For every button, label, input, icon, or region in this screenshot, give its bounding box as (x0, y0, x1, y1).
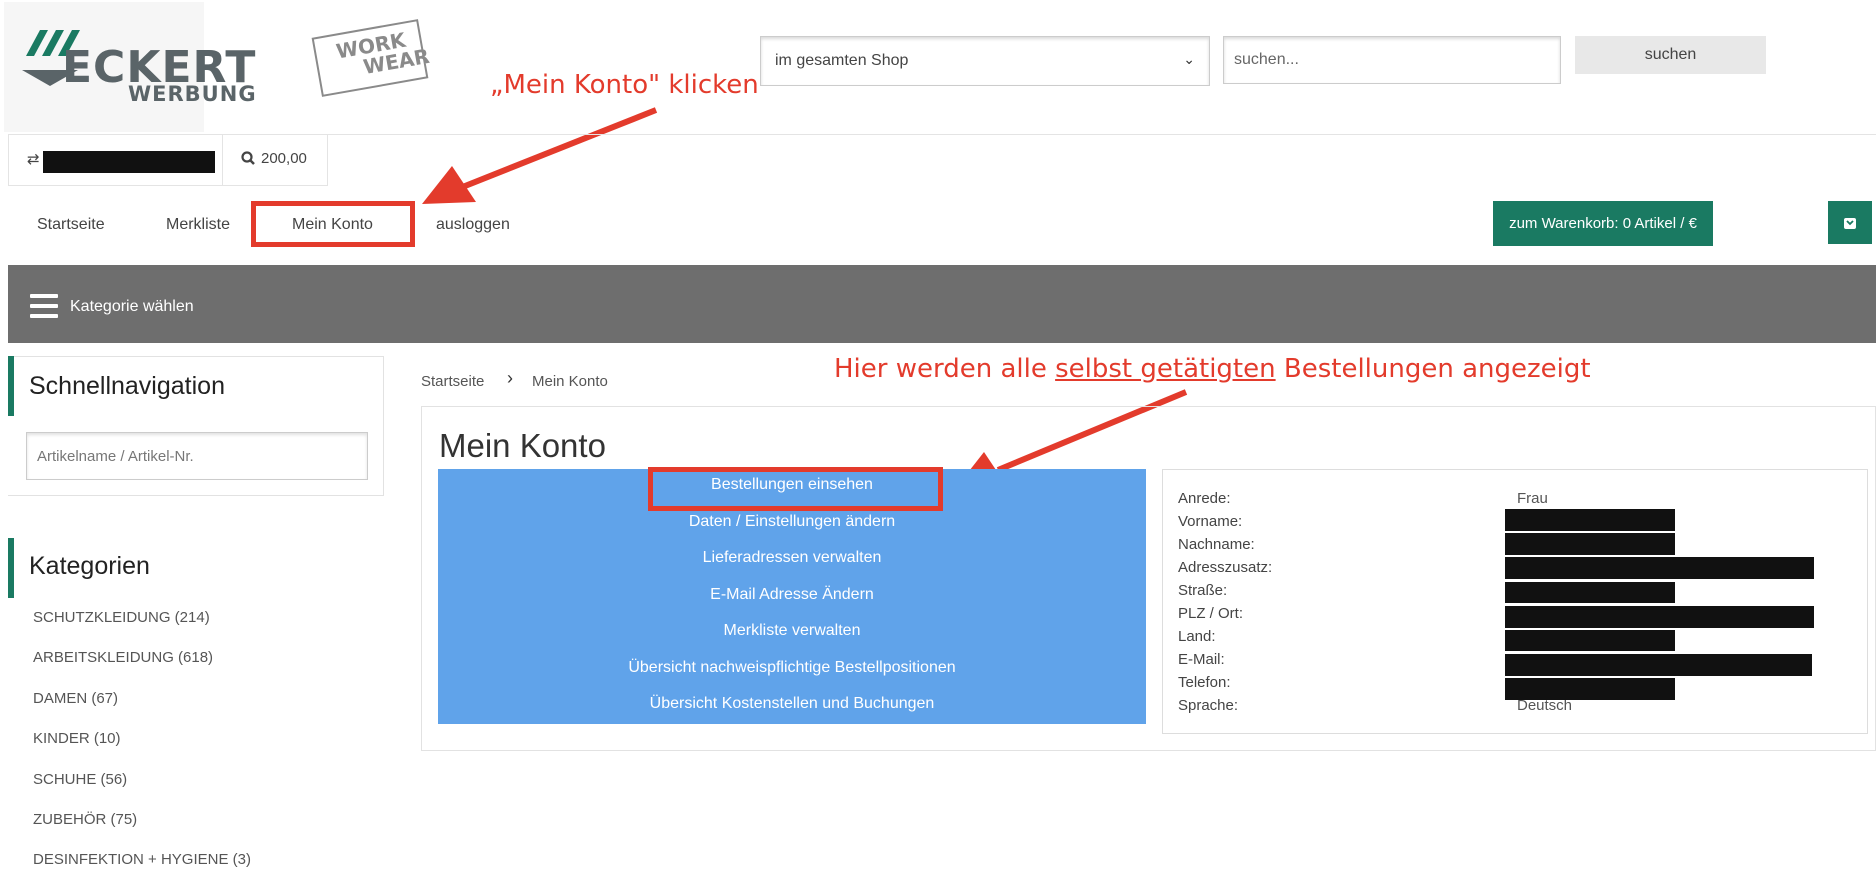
label-sprache: Sprache: (1178, 697, 1239, 714)
cart-button[interactable]: zum Warenkorb: 0 Artikel / € 0,00 (1493, 201, 1713, 277)
menu-icon[interactable] (30, 294, 58, 318)
annotation-highlight-orders (648, 467, 943, 511)
label-anrede: Anrede: (1178, 490, 1231, 507)
redacted-value (1505, 630, 1675, 651)
redacted-username (43, 151, 215, 173)
category-link[interactable]: ARBEITSKLEIDUNG (618) (33, 649, 213, 666)
breadcrumb-current: Mein Konto (532, 373, 608, 390)
label-nachname: Nachname: (1178, 536, 1255, 553)
menu-item-verification-positions[interactable]: Übersicht nachweispflichtige Bestellposi… (438, 659, 1146, 677)
category-select-label[interactable]: Kategorie wählen (70, 298, 194, 316)
categories-accent (8, 538, 14, 598)
redacted-value (1505, 678, 1675, 700)
category-link[interactable]: SCHUHE (56) (33, 771, 127, 788)
search-button[interactable]: suchen (1575, 36, 1766, 74)
menu-item-addresses[interactable]: Lieferadressen verwalten (438, 549, 1146, 567)
menu-item-data-settings[interactable]: Daten / Einstellungen ändern (438, 513, 1146, 531)
label-adresszusatz: Adresszusatz: (1178, 559, 1273, 576)
redacted-value (1505, 509, 1675, 531)
menu-item-cost-centers[interactable]: Übersicht Kostenstellen und Buchungen (438, 695, 1146, 713)
basket-icon[interactable] (1828, 201, 1872, 244)
search-scope-select[interactable]: im gesamten Shop ⌄ (760, 36, 1210, 86)
search-icon (241, 151, 255, 165)
category-link[interactable]: SCHUTZKLEIDUNG (214) (33, 609, 210, 626)
redacted-value (1505, 582, 1675, 603)
logo-subtext: WERBUNG (128, 82, 257, 106)
category-link[interactable]: KINDER (10) (33, 730, 121, 747)
logo-badge: WORK WEAR (311, 19, 431, 97)
annotation-orders: Hier werden alle selbst getätigten Beste… (834, 354, 1591, 384)
label-vorname: Vorname: (1178, 513, 1243, 530)
label-plz-ort: PLZ / Ort: (1178, 605, 1244, 622)
category-link[interactable]: DESINFEKTION + HYGIENE (3) (33, 851, 251, 868)
quicknav-input[interactable] (26, 432, 368, 480)
menu-item-email[interactable]: E-Mail Adresse Ändern (438, 586, 1146, 604)
budget-display: 200,00 (223, 134, 328, 186)
redacted-value (1505, 557, 1814, 579)
annotation-highlight-account (251, 201, 415, 247)
chevron-right-icon: › (507, 368, 513, 388)
label-email: E-Mail: (1178, 651, 1225, 668)
breadcrumb-home[interactable]: Startseite (421, 373, 484, 390)
quicknav-accent (8, 356, 14, 416)
redacted-value (1505, 654, 1812, 676)
quicknav-title: Schnellnavigation (29, 372, 225, 400)
search-input[interactable] (1223, 36, 1561, 84)
user-switcher[interactable]: ⇄ (8, 134, 223, 186)
label-telefon: Telefon: (1178, 674, 1231, 691)
nav-merkliste[interactable]: Merkliste (166, 216, 230, 234)
redacted-value (1505, 606, 1814, 628)
nav-startseite[interactable]: Startseite (37, 216, 105, 234)
label-land: Land: (1178, 628, 1216, 645)
redacted-value (1505, 533, 1675, 555)
menu-item-wishlist[interactable]: Merkliste verwalten (438, 622, 1146, 640)
chevron-down-icon: ⌄ (1183, 51, 1195, 67)
category-link[interactable]: DAMEN (67) (33, 690, 118, 707)
label-strasse: Straße: (1178, 582, 1228, 599)
category-link[interactable]: ZUBEHÖR (75) (33, 811, 137, 828)
nav-ausloggen[interactable]: ausloggen (436, 216, 510, 234)
category-bar[interactable] (8, 265, 1876, 343)
categories-title: Kategorien (29, 552, 150, 580)
annotation-click-account: „Mein Konto" klicken (490, 70, 759, 100)
value-anrede: Frau (1517, 490, 1548, 507)
switch-icon: ⇄ (27, 151, 40, 168)
page-title: Mein Konto (439, 427, 606, 464)
